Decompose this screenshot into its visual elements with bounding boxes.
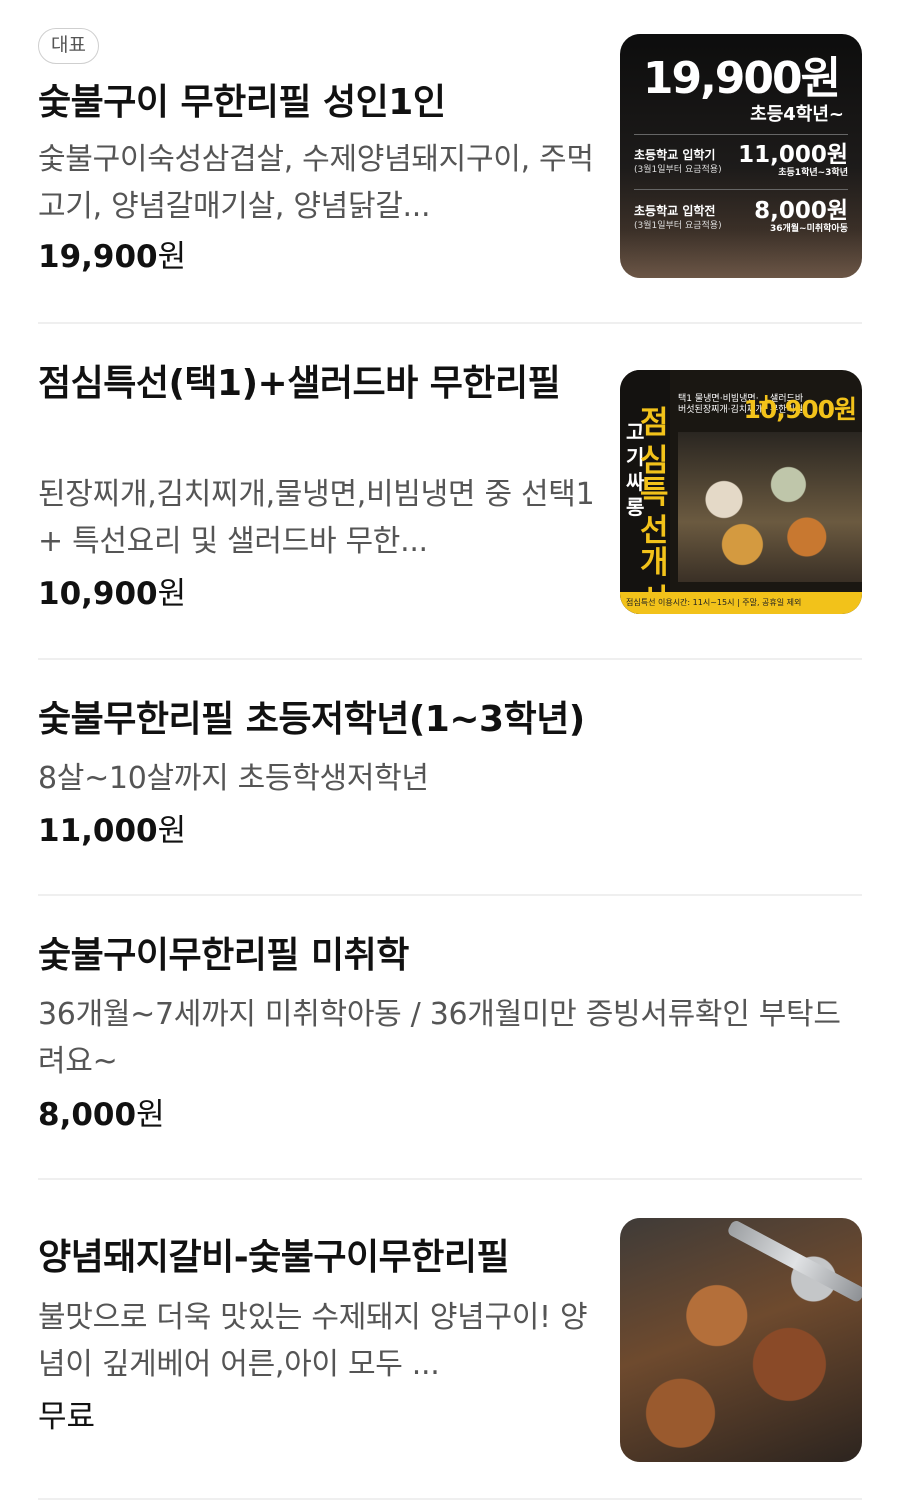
item-thumbnail[interactable]: 19,900원 초등4학년~ 초등학교 입학기 (3월1일부터 요금적용) 11,… — [620, 34, 862, 278]
tongs-image — [726, 1218, 862, 1304]
item-price: 무료 — [38, 1399, 96, 1435]
thumb-divider — [634, 134, 848, 135]
item-description: 불맛으로 더욱 맛있는 수제돼지 양념구이! 양념이 깊게베어 어른,아이 모두… — [38, 1300, 588, 1382]
divider — [38, 1498, 862, 1500]
menu-item[interactable]: 대표 숯불구이 무한리필 성인1인 숯불구이숙성삼겹살, 수제양념돼지구이, 주… — [38, 28, 862, 288]
item-thumbnail[interactable] — [620, 1218, 862, 1462]
thumb-price: 10,900원 — [743, 395, 857, 424]
item-name: 숯불구이 무한리필 성인1인 — [38, 82, 446, 123]
item-description: 36개월~7세까지 미취학아동 / 36개월미만 증빙서류확인 부탁드려요~ — [38, 997, 841, 1079]
divider — [38, 1178, 862, 1180]
thumb-vertical-text: 특선 — [640, 475, 669, 549]
divider — [38, 658, 862, 660]
thumb-divider — [634, 189, 848, 190]
divider — [38, 322, 862, 324]
thumb-vertical-text: 점심 — [640, 405, 669, 479]
item-name: 점심특선(택1)+샐러드바 무한리필 — [38, 363, 561, 404]
thumb-subtitle: 초등4학년~ — [750, 104, 844, 125]
item-thumbnail[interactable]: 고기싸롱 점심 특선 개시 택1 물냉면·비빔냉면·버섯된장찌개·김치찌개 + … — [620, 370, 862, 614]
representative-badge: 대표 — [38, 28, 99, 64]
thumb-headline: 19,900원 — [642, 53, 841, 104]
item-name: 숯불구이무한리필 미취학 — [38, 935, 409, 976]
menu-item[interactable]: 점심특선(택1)+샐러드바 무한리필 된장찌개,김치찌개,물냉면,비빔냉면 중 … — [38, 360, 862, 620]
menu-item[interactable]: 양념돼지갈비-숯불구이무한리필 불맛으로 더욱 맛있는 수제돼지 양념구이! 양… — [38, 1216, 862, 1466]
thumb-footer: 점심특선 이용시간: 11시~15시 | 주말, 공휴일 제외 — [620, 592, 862, 614]
item-price: 8,000원 — [38, 1097, 165, 1133]
item-name: 숯불무한리필 초등저학년(1~3학년) — [38, 699, 585, 740]
item-description: 숯불구이숙성삼겹살, 수제양념돼지구이, 주먹고기, 양념갈매기살, 양념닭갈.… — [38, 142, 594, 224]
item-price: 10,900원 — [38, 576, 187, 612]
item-name: 양념돼지갈비-숯불구이무한리필 — [38, 1237, 510, 1278]
thumb-row: 초등학교 입학전 (3월1일부터 요금적용) 8,000원 36개월~미취학아동 — [634, 198, 848, 234]
thumb-row: 초등학교 입학기 (3월1일부터 요금적용) 11,000원 초등1학년~3학년 — [634, 142, 848, 178]
food-photo — [678, 432, 862, 582]
item-price: 11,000원 — [38, 813, 187, 849]
item-description: 8살~10살까지 초등학생저학년 — [38, 761, 429, 796]
item-description: 된장찌개,김치찌개,물냉면,비빔냉면 중 선택1 + 특선요리 및 샐러드바 무… — [38, 477, 595, 559]
menu-item[interactable]: 숯불구이무한리필 미취학 36개월~7세까지 미취학아동 / 36개월미만 증빙… — [38, 932, 862, 1142]
menu-item[interactable]: 숯불무한리필 초등저학년(1~3학년) 8살~10살까지 초등학생저학년 11,… — [38, 696, 862, 856]
item-price: 19,900원 — [38, 239, 187, 275]
divider — [38, 894, 862, 896]
